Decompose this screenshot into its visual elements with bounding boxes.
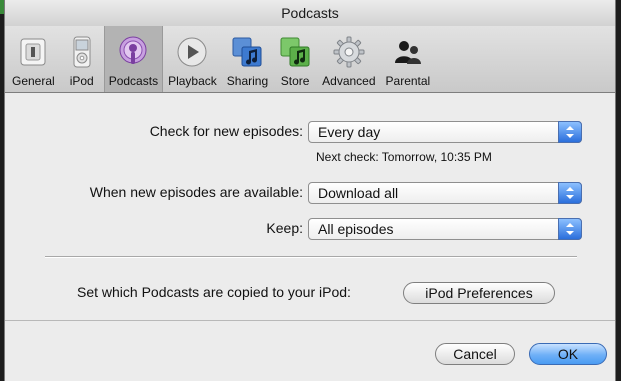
ipod-preferences-button[interactable]: iPod Preferences: [403, 282, 555, 304]
next-check-text: Next check: Tomorrow, 10:35 PM: [316, 150, 492, 164]
podcast-icon: [119, 36, 147, 64]
tab-label: Parental: [385, 74, 431, 88]
tab-store[interactable]: Store: [273, 26, 317, 92]
section-separator: [45, 256, 577, 257]
tab-label: Store: [280, 74, 310, 88]
ok-button[interactable]: OK: [529, 343, 607, 365]
cancel-button[interactable]: Cancel: [435, 343, 515, 365]
keep-value: All episodes: [318, 221, 394, 237]
preferences-toolbar: General iPod Podcasts Playback Sharing S…: [5, 26, 615, 93]
podcasts-settings-pane: Check for new episodes: Every day Next c…: [5, 93, 615, 381]
tab-playback[interactable]: Playback: [163, 26, 222, 92]
parental-icon: [394, 41, 421, 64]
general-switch-icon: [20, 38, 46, 66]
check-episodes-label: Check for new episodes:: [149, 123, 303, 139]
popup-arrows-icon: [558, 218, 582, 240]
preferences-window: Podcasts General iPod Podcasts Playback …: [4, 0, 616, 381]
tab-label: Podcasts: [108, 74, 159, 88]
popup-arrows-icon: [558, 121, 582, 143]
tab-label: Advanced: [322, 74, 376, 88]
tab-parental[interactable]: Parental: [381, 26, 436, 92]
gear-icon: [333, 36, 365, 68]
tab-advanced[interactable]: Advanced: [317, 26, 380, 92]
tab-sharing[interactable]: Sharing: [222, 26, 273, 92]
check-episodes-popup[interactable]: Every day: [308, 121, 582, 143]
copy-podcasts-label: Set which Podcasts are copied to your iP…: [77, 284, 351, 300]
tab-label: Playback: [168, 74, 217, 88]
tab-label: iPod: [69, 74, 94, 88]
keep-popup[interactable]: All episodes: [308, 218, 582, 240]
ipod-icon: [73, 36, 91, 68]
tab-general[interactable]: General: [7, 26, 60, 92]
new-episodes-popup[interactable]: Download all: [308, 182, 582, 204]
sharing-icon: [232, 37, 262, 67]
tab-podcasts[interactable]: Podcasts: [103, 26, 164, 92]
play-icon: [177, 37, 207, 67]
new-episodes-value: Download all: [318, 185, 399, 201]
store-icon: [280, 37, 310, 67]
tab-label: General: [12, 74, 55, 88]
keep-label: Keep:: [266, 220, 303, 236]
popup-arrows-icon: [558, 182, 582, 204]
window-title: Podcasts: [5, 0, 615, 26]
new-episodes-label: When new episodes are available:: [89, 184, 303, 200]
check-episodes-value: Every day: [318, 124, 381, 140]
button-area-divider: [5, 320, 615, 321]
tab-ipod[interactable]: iPod: [60, 26, 104, 92]
tab-label: Sharing: [226, 74, 269, 88]
